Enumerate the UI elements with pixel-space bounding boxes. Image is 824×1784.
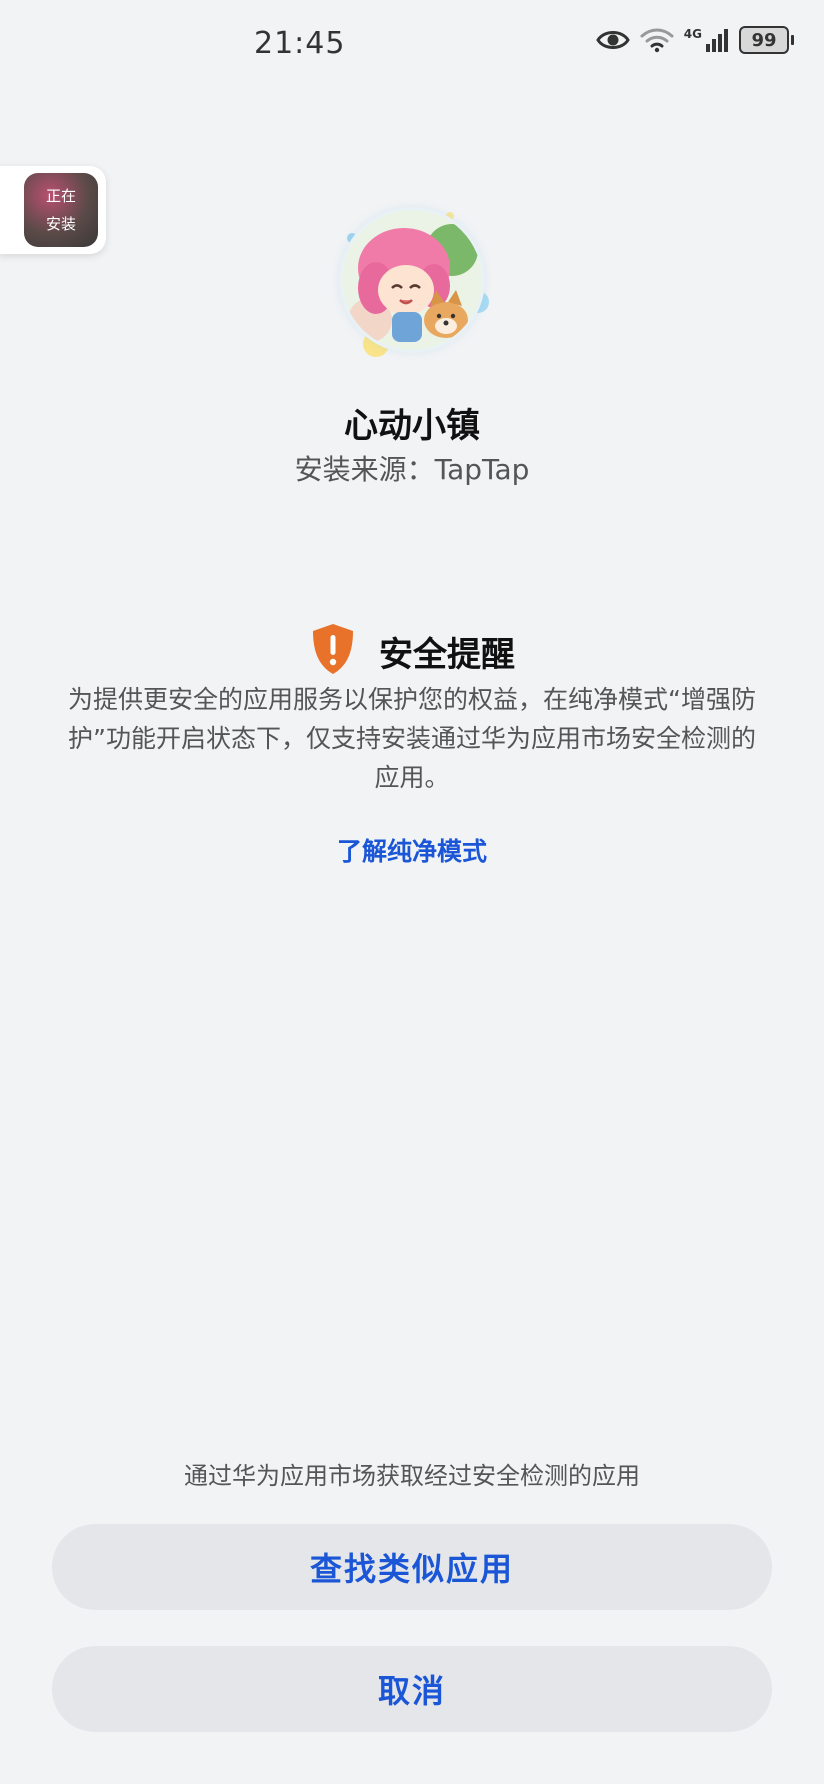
cancel-button[interactable]: 取消 (52, 1646, 772, 1732)
installing-label-line1: 正在 (45, 187, 76, 205)
status-time: 21:45 (254, 26, 346, 61)
security-description: 为提供更安全的应用服务以保护您的权益，在纯净模式“增强防护”功能开启状态下，仅支… (68, 685, 756, 792)
installing-label-line2: 安装 (45, 215, 76, 233)
app-icon-container (332, 204, 492, 364)
find-similar-apps-button[interactable]: 查找类似应用 (52, 1524, 772, 1610)
install-source: 安装来源：TapTap (294, 453, 530, 486)
shield-warning-icon (309, 622, 357, 680)
installing-indicator[interactable]: 正在 安装 (0, 166, 106, 254)
app-icon (342, 210, 482, 350)
security-heading: 安全提醒 (0, 622, 824, 680)
battery-level: 99 (739, 26, 789, 54)
security-title: 安全提醒 (379, 634, 515, 675)
battery-tip (791, 35, 794, 45)
eye-icon (596, 28, 630, 52)
cellular-signal-icon: 4G (684, 27, 729, 53)
learn-pure-mode-link[interactable]: 了解纯净模式 (0, 832, 824, 868)
wifi-icon (640, 27, 674, 53)
network-type-label: 4G (683, 27, 702, 41)
bottom-hint: 通过华为应用市场获取经过安全检测的应用 (184, 1462, 640, 1490)
status-icons: 4G 99 (596, 26, 794, 54)
app-name: 心动小镇 (344, 406, 480, 446)
installing-app-thumbnail: 正在 安装 (24, 173, 98, 247)
battery-icon: 99 (739, 26, 794, 54)
